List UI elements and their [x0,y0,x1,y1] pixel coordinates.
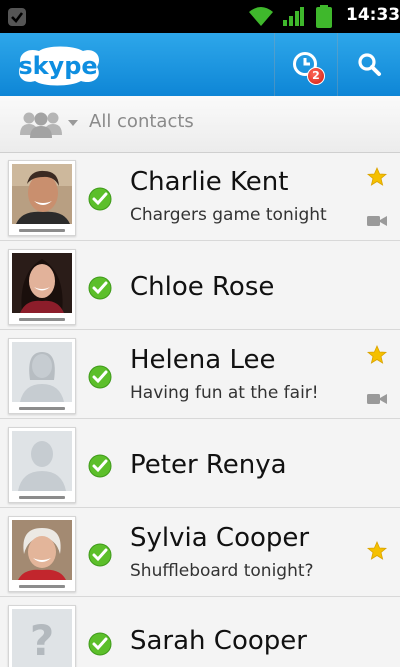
svg-text:skype: skype [18,52,97,80]
contact-row[interactable]: Peter Renya [0,420,400,508]
contact-name: Sylvia Cooper [130,523,310,553]
svg-text:?: ? [30,616,54,665]
contact-row[interactable]: Charlie Kent Chargers game tonight [0,153,400,241]
contact-name: Chloe Rose [130,272,275,302]
recent-count-badge: 2 [307,67,325,85]
avatar [8,160,76,236]
contact-filter-bar[interactable]: All contacts [0,96,400,153]
avatar [8,249,76,325]
favorite-star-icon[interactable] [367,345,387,365]
recent-button[interactable]: 2 [275,33,337,96]
contact-list[interactable]: Charlie Kent Chargers game tonight Chloe… [0,153,400,667]
contact-mood: Having fun at the fair! [130,383,319,403]
contact-row[interactable]: Sylvia Cooper Shuffleboard tonight? [0,509,400,597]
online-status-icon [88,454,112,478]
photo-older-woman [12,520,72,580]
video-camera-icon [367,216,387,226]
skype-logo[interactable]: skype [13,43,103,87]
online-status-icon [88,276,112,300]
avatar: ? [8,605,76,667]
notification-check-icon [8,8,26,26]
favorite-star-icon[interactable] [367,167,387,187]
contact-row[interactable]: ? Sarah Cooper [0,598,400,667]
contact-row[interactable]: Helena Lee Having fun at the fair! [0,331,400,419]
wifi-icon [249,7,273,26]
favorite-star-icon[interactable] [367,541,387,561]
contact-row[interactable]: Chloe Rose [0,242,400,330]
avatar-status-bar [19,496,65,499]
avatar-status-bar [19,318,65,321]
chevron-down-icon [68,120,78,126]
contact-name: Charlie Kent [130,167,289,197]
online-status-icon [88,365,112,389]
contact-mood: Shuffleboard tonight? [130,561,314,581]
online-status-icon [88,187,112,211]
avatar-status-bar [19,407,65,410]
filter-label: All contacts [89,111,194,132]
avatar-status-bar [19,585,65,588]
online-status-icon [88,632,112,656]
battery-icon [316,5,332,28]
contact-name: Helena Lee [130,345,276,375]
contact-name: Peter Renya [130,450,287,480]
search-icon [358,53,381,76]
photo-woman-dark-hair [12,253,72,313]
contact-name: Sarah Cooper [130,626,307,656]
unknown-avatar-icon: ? [12,609,72,667]
default-female-avatar [12,342,72,402]
video-camera-icon [367,394,387,404]
search-button[interactable] [338,33,400,96]
contacts-group-icon [20,112,62,138]
avatar [8,338,76,414]
default-male-avatar [12,431,72,491]
contact-mood: Chargers game tonight [130,205,327,225]
photo-man-smiling [12,164,72,224]
signal-strength-icon [283,7,304,26]
online-status-icon [88,543,112,567]
clock: 14:33 [346,5,400,25]
avatar [8,516,76,592]
avatar [8,427,76,503]
status-bar: 14:33 [0,0,400,33]
avatar-status-bar [19,229,65,232]
action-bar: skype 2 [0,33,400,96]
